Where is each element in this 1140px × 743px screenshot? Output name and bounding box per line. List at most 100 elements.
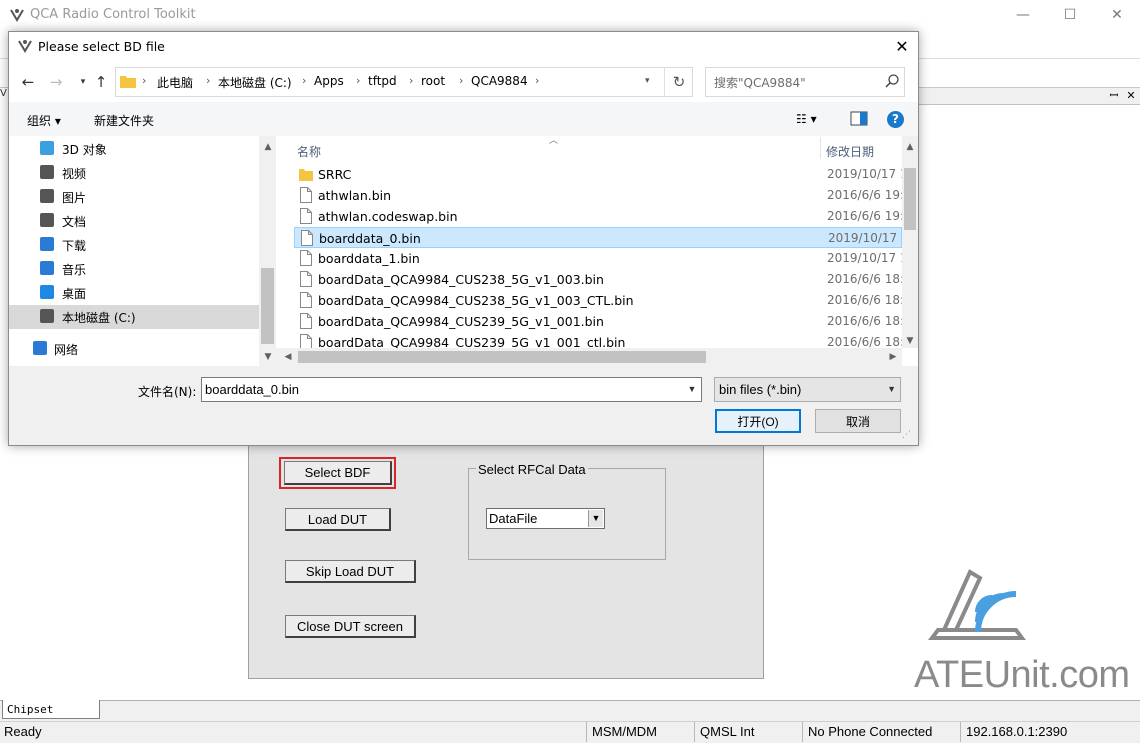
scroll-right-arrow-icon[interactable]: ▶ — [886, 350, 900, 364]
scroll-up-arrow-icon[interactable]: ▲ — [903, 140, 917, 154]
up-arrow-icon[interactable]: ↑ — [91, 72, 111, 92]
search-placeholder: 搜索"QCA9884" — [714, 76, 806, 90]
file-date: 2016/6/6 19:0 — [827, 188, 902, 202]
status-separator — [960, 722, 961, 742]
folder-icon — [120, 76, 136, 88]
file-row[interactable]: athwlan.bin 2016/6/6 19:0 — [294, 185, 902, 206]
open-button[interactable]: 打开(O) — [715, 409, 801, 433]
pictures-icon — [40, 189, 54, 203]
maximize-button[interactable]: ☐ — [1047, 0, 1093, 30]
breadcrumb-separator-icon[interactable]: › — [142, 74, 146, 87]
filename-input[interactable]: boarddata_0.bin ▼ — [201, 377, 702, 402]
close-dut-screen-button[interactable]: Close DUT screen — [285, 615, 416, 638]
skip-load-dut-button[interactable]: Skip Load DUT — [285, 560, 416, 583]
file-row[interactable]: boardData_QCA9984_CUS239_5G_v1_001.bin 20… — [294, 311, 902, 332]
forward-arrow-icon[interactable]: → — [46, 72, 66, 92]
scroll-left-arrow-icon[interactable]: ◀ — [281, 350, 295, 364]
view-options-icon[interactable]: ☷ ▾ — [796, 112, 817, 126]
new-folder-button[interactable]: 新建文件夹 — [94, 112, 154, 129]
breadcrumb-this-pc[interactable]: 此电脑 — [157, 74, 193, 91]
pin-icon[interactable]: ꟷ — [1107, 88, 1121, 104]
file-vscrollbar-thumb[interactable] — [904, 168, 916, 230]
nav-item[interactable]: 文档 — [9, 209, 259, 233]
nav-item-label: 文档 — [62, 215, 87, 229]
column-divider[interactable] — [820, 137, 821, 159]
back-arrow-icon[interactable]: ← — [18, 72, 38, 92]
nav-item[interactable]: 网络 — [9, 337, 259, 361]
column-header-date[interactable]: 修改日期 — [826, 143, 874, 160]
nav-item[interactable]: 3D 对象 — [9, 137, 259, 161]
minimize-button[interactable]: — — [1000, 0, 1046, 30]
refresh-icon[interactable]: ↻ — [664, 68, 693, 96]
chevron-down-icon[interactable]: ▼ — [887, 378, 896, 401]
scroll-down-arrow-icon[interactable]: ▼ — [903, 334, 917, 348]
app-logo-icon — [10, 9, 24, 22]
cancel-button[interactable]: 取消 — [815, 409, 901, 433]
nav-item-label: 网络 — [54, 343, 79, 357]
file-row[interactable]: boardData_QCA9984_CUS238_5G_v1_003.bin 20… — [294, 269, 902, 290]
help-icon[interactable]: ? — [887, 111, 904, 128]
status-separator — [802, 722, 803, 742]
documents-icon — [40, 213, 54, 227]
breadcrumb-separator-icon[interactable]: › — [302, 74, 306, 87]
file-icon — [300, 187, 312, 203]
file-row[interactable]: boarddata_1.bin 2019/10/17 1 — [294, 248, 902, 269]
file-hscrollbar-thumb[interactable] — [298, 351, 706, 363]
nav-item-label: 图片 — [62, 191, 87, 205]
dropdown-arrow-icon[interactable]: ▼ — [588, 510, 603, 527]
nav-item[interactable]: 本地磁盘 (C:) — [9, 305, 259, 329]
downloads-icon — [40, 237, 54, 251]
breadcrumb-separator-icon[interactable]: › — [356, 74, 360, 87]
breadcrumb-tftpd[interactable]: tftpd — [368, 74, 397, 88]
file-row[interactable]: boardData_QCA9984_CUS238_5G_v1_003_CTL.b… — [294, 290, 902, 311]
address-bar[interactable] — [115, 67, 693, 97]
recent-locations-chevron-icon[interactable]: ▾ — [73, 72, 93, 92]
scroll-down-arrow-icon[interactable]: ▼ — [261, 350, 275, 364]
breadcrumb-separator-icon[interactable]: › — [535, 74, 539, 87]
nav-item[interactable]: 图片 — [9, 185, 259, 209]
nav-item[interactable]: 音乐 — [9, 257, 259, 281]
rfcal-group-label: Select RFCal Data — [476, 462, 588, 477]
file-row[interactable]: SRRC 2019/10/17 1 — [294, 164, 902, 185]
address-history-chevron-icon[interactable]: ▾ — [645, 76, 650, 86]
file-row[interactable]: athwlan.codeswap.bin 2016/6/6 19:0 — [294, 206, 902, 227]
filename-value: boarddata_0.bin — [205, 382, 299, 397]
file-date: 2016/6/6 18:5 — [827, 272, 902, 286]
column-header-name[interactable]: 名称 — [297, 143, 321, 160]
file-row[interactable]: boarddata_0.bin 2019/10/17 1 — [294, 227, 903, 248]
sort-ascending-icon: ︿ — [549, 136, 559, 146]
breadcrumb-apps[interactable]: Apps — [314, 74, 344, 88]
breadcrumb-local-disk[interactable]: 本地磁盘 (C:) — [218, 74, 292, 91]
organize-menu-button[interactable]: 组织 ▾ — [27, 112, 61, 129]
nav-item-label: 视频 — [62, 167, 87, 181]
status-mode: MSM/MDM — [592, 724, 657, 739]
file-type-select[interactable]: bin files (*.bin) ▼ — [714, 377, 901, 402]
tab-chipset-select[interactable]: Chipset Select — [2, 700, 100, 735]
load-dut-button[interactable]: Load DUT — [285, 508, 391, 531]
filename-label: 文件名(N): — [138, 385, 197, 399]
breadcrumb-separator-icon[interactable]: › — [459, 74, 463, 87]
search-icon[interactable] — [884, 73, 900, 89]
panel-close-icon[interactable]: ✕ — [1124, 88, 1138, 104]
select-bdf-button[interactable]: Select BDF — [284, 461, 392, 485]
breadcrumb-qca9884[interactable]: QCA9884 — [471, 74, 528, 88]
breadcrumb-separator-icon[interactable]: › — [206, 74, 210, 87]
panel-edge-label: V — [0, 88, 7, 99]
preview-pane-icon[interactable] — [850, 111, 868, 126]
close-window-button[interactable]: ✕ — [1094, 0, 1140, 30]
dialog-close-icon[interactable]: ✕ — [886, 33, 918, 61]
drive-icon — [40, 309, 54, 323]
breadcrumb-root[interactable]: root — [421, 74, 445, 88]
nav-item[interactable]: 下载 — [9, 233, 259, 257]
scroll-up-arrow-icon[interactable]: ▲ — [261, 140, 275, 154]
nav-item[interactable]: 桌面 — [9, 281, 259, 305]
resize-grip-icon[interactable]: ⋰ — [902, 430, 916, 444]
music-icon — [40, 261, 54, 275]
rfcal-data-select[interactable]: DataFile ▼ — [486, 508, 605, 529]
breadcrumb-separator-icon[interactable]: › — [409, 74, 413, 87]
nav-item[interactable]: 视频 — [9, 161, 259, 185]
nav-scrollbar-thumb[interactable] — [261, 268, 274, 344]
nav-item-label: 本地磁盘 (C:) — [62, 311, 136, 325]
chevron-down-icon[interactable]: ▼ — [683, 378, 701, 401]
file-date: 2019/10/17 1 — [827, 251, 902, 265]
